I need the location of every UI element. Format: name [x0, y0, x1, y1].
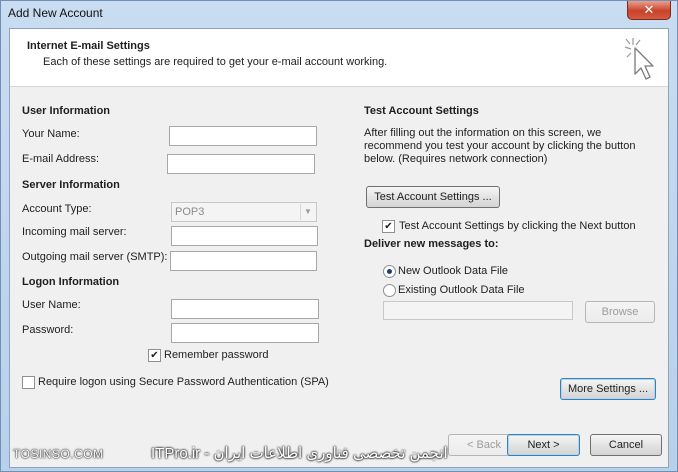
incoming-server-label: Incoming mail server:: [22, 226, 127, 238]
account-type-select: POP3 ▼: [171, 202, 317, 222]
more-settings-button[interactable]: More Settings ...: [560, 378, 656, 400]
outgoing-server-input[interactable]: [170, 251, 317, 271]
user-info-heading: User Information: [22, 105, 111, 117]
password-input[interactable]: [171, 323, 319, 343]
email-input[interactable]: [167, 154, 315, 174]
your-name-label: Your Name:: [22, 128, 80, 140]
deliver-heading: Deliver new messages to:: [364, 238, 499, 250]
test-on-next-label[interactable]: Test Account Settings by clicking the Ne…: [399, 220, 636, 232]
add-new-account-window: Add New Account ✕ Internet E-mail Settin…: [0, 0, 678, 472]
username-label: User Name:: [22, 299, 81, 311]
watermark-arabic: انجمن تخصصی فناوری اطلاعات ایران - ITPro…: [151, 445, 448, 462]
header-band: Internet E-mail Settings Each of these s…: [10, 29, 668, 87]
new-data-file-radio[interactable]: [383, 265, 396, 278]
next-button[interactable]: Next >: [507, 434, 580, 456]
server-info-heading: Server Information: [22, 179, 120, 191]
account-type-label: Account Type:: [22, 203, 92, 215]
new-data-file-label[interactable]: New Outlook Data File: [398, 265, 508, 277]
remember-password-label[interactable]: Remember password: [164, 349, 269, 361]
existing-data-file-path: [383, 301, 573, 320]
chevron-down-icon: ▼: [300, 204, 315, 220]
spa-checkbox[interactable]: [22, 376, 35, 389]
incoming-server-input[interactable]: [171, 226, 318, 246]
outgoing-server-label: Outgoing mail server (SMTP):: [22, 251, 168, 263]
your-name-input[interactable]: [169, 126, 317, 146]
cancel-button[interactable]: Cancel: [590, 434, 662, 456]
test-on-next-checkbox[interactable]: ✔: [382, 220, 395, 233]
username-input[interactable]: [171, 299, 319, 319]
watermark-site: TOSINSO.COM: [13, 447, 104, 461]
header-title: Internet E-mail Settings: [27, 40, 150, 52]
email-label: E-mail Address:: [22, 153, 100, 165]
title-bar[interactable]: Add New Account ✕: [1, 1, 677, 27]
test-settings-description: After filling out the information on thi…: [364, 127, 636, 165]
account-type-value: POP3: [175, 206, 205, 218]
close-button[interactable]: ✕: [627, 1, 671, 20]
logon-info-heading: Logon Information: [22, 276, 120, 288]
password-label: Password:: [22, 324, 74, 336]
spa-label[interactable]: Require logon using Secure Password Auth…: [38, 376, 329, 388]
existing-data-file-radio[interactable]: [383, 284, 396, 297]
window-title: Add New Account: [8, 6, 103, 20]
header-subtitle: Each of these settings are required to g…: [43, 56, 388, 68]
test-settings-heading: Test Account Settings: [364, 105, 479, 117]
remember-password-checkbox[interactable]: ✔: [148, 349, 161, 362]
cursor-sparkle-icon: [624, 38, 654, 80]
existing-data-file-label[interactable]: Existing Outlook Data File: [398, 284, 525, 296]
test-account-settings-button[interactable]: Test Account Settings ...: [366, 186, 500, 208]
dialog-client-area: Internet E-mail Settings Each of these s…: [9, 28, 669, 468]
browse-button[interactable]: Browse: [585, 301, 655, 323]
